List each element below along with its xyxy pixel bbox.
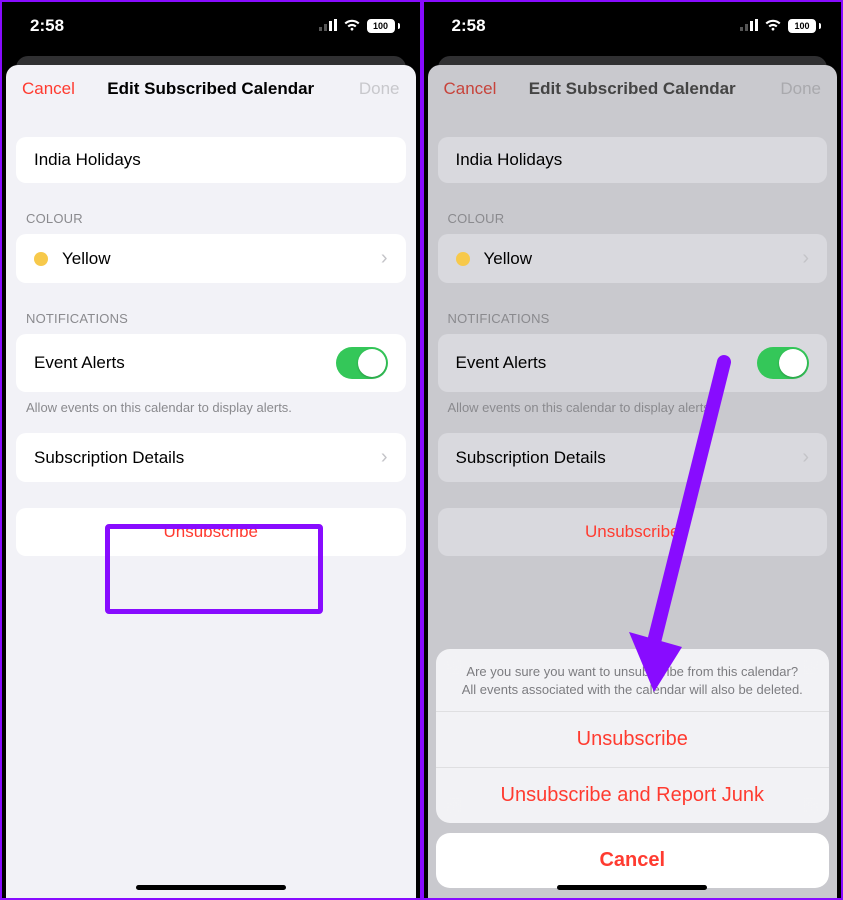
cellular-icon xyxy=(740,16,758,36)
colour-row[interactable]: Yellow › xyxy=(16,234,406,283)
colour-row[interactable]: Yellow › xyxy=(438,234,828,283)
action-cancel-button[interactable]: Cancel xyxy=(436,833,830,888)
chevron-right-icon: › xyxy=(802,247,809,270)
nav-title: Edit Subscribed Calendar xyxy=(510,79,756,99)
battery-icon: 100 xyxy=(788,19,821,33)
subscription-details-row[interactable]: Subscription Details › xyxy=(438,433,828,482)
action-unsubscribe-button[interactable]: Unsubscribe xyxy=(436,712,830,768)
done-button[interactable]: Done xyxy=(755,79,821,99)
subscription-details-label: Subscription Details xyxy=(456,448,606,468)
event-alerts-label: Event Alerts xyxy=(456,353,547,373)
event-alerts-toggle[interactable] xyxy=(757,347,809,379)
action-sheet: Are you sure you want to unsubscribe fro… xyxy=(436,649,830,888)
status-time: 2:58 xyxy=(452,16,486,36)
done-button[interactable]: Done xyxy=(334,79,400,99)
phone-right: 2:58 100 Cancel Edit Subscribed Calendar… xyxy=(422,0,843,900)
event-alerts-toggle[interactable] xyxy=(336,347,388,379)
chevron-right-icon: › xyxy=(381,446,388,469)
home-indicator[interactable] xyxy=(557,885,707,890)
nav-bar: Cancel Edit Subscribed Calendar Done xyxy=(6,65,416,109)
home-indicator[interactable] xyxy=(136,885,286,890)
calendar-name-field[interactable]: India Holidays xyxy=(16,137,406,183)
colour-name: Yellow xyxy=(484,249,533,269)
unsubscribe-button[interactable]: Unsubscribe xyxy=(16,508,406,556)
unsubscribe-button[interactable]: Unsubscribe xyxy=(438,508,828,556)
status-bar: 2:58 100 xyxy=(424,2,842,50)
wifi-icon xyxy=(343,16,361,36)
notifications-header: NOTIFICATIONS xyxy=(6,311,416,334)
event-alerts-row: Event Alerts xyxy=(16,334,406,392)
nav-bar: Cancel Edit Subscribed Calendar Done xyxy=(428,65,838,109)
action-sheet-message: Are you sure you want to unsubscribe fro… xyxy=(436,649,830,712)
calendar-name-value: India Holidays xyxy=(456,150,563,170)
subscription-details-row[interactable]: Subscription Details › xyxy=(16,433,406,482)
event-alerts-helper: Allow events on this calendar to display… xyxy=(428,392,838,415)
battery-icon: 100 xyxy=(367,19,400,33)
status-bar: 2:58 100 xyxy=(2,2,420,50)
event-alerts-row: Event Alerts xyxy=(438,334,828,392)
colour-header: COLOUR xyxy=(6,211,416,234)
cancel-button[interactable]: Cancel xyxy=(22,79,88,99)
edit-sheet: Cancel Edit Subscribed Calendar Done Ind… xyxy=(6,65,416,898)
notifications-header: NOTIFICATIONS xyxy=(428,311,838,334)
chevron-right-icon: › xyxy=(802,446,809,469)
calendar-name-field[interactable]: India Holidays xyxy=(438,137,828,183)
subscription-details-label: Subscription Details xyxy=(34,448,184,468)
colour-swatch-icon xyxy=(34,252,48,266)
colour-header: COLOUR xyxy=(428,211,838,234)
chevron-right-icon: › xyxy=(381,247,388,270)
cellular-icon xyxy=(319,16,337,36)
phone-left: 2:58 100 Cancel Edit Subscribed Calendar… xyxy=(0,0,422,900)
action-report-junk-button[interactable]: Unsubscribe and Report Junk xyxy=(436,768,830,823)
nav-title: Edit Subscribed Calendar xyxy=(88,79,334,99)
status-time: 2:58 xyxy=(30,16,64,36)
cancel-button[interactable]: Cancel xyxy=(444,79,510,99)
wifi-icon xyxy=(764,16,782,36)
event-alerts-helper: Allow events on this calendar to display… xyxy=(6,392,416,415)
event-alerts-label: Event Alerts xyxy=(34,353,125,373)
calendar-name-value: India Holidays xyxy=(34,150,141,170)
colour-name: Yellow xyxy=(62,249,111,269)
colour-swatch-icon xyxy=(456,252,470,266)
